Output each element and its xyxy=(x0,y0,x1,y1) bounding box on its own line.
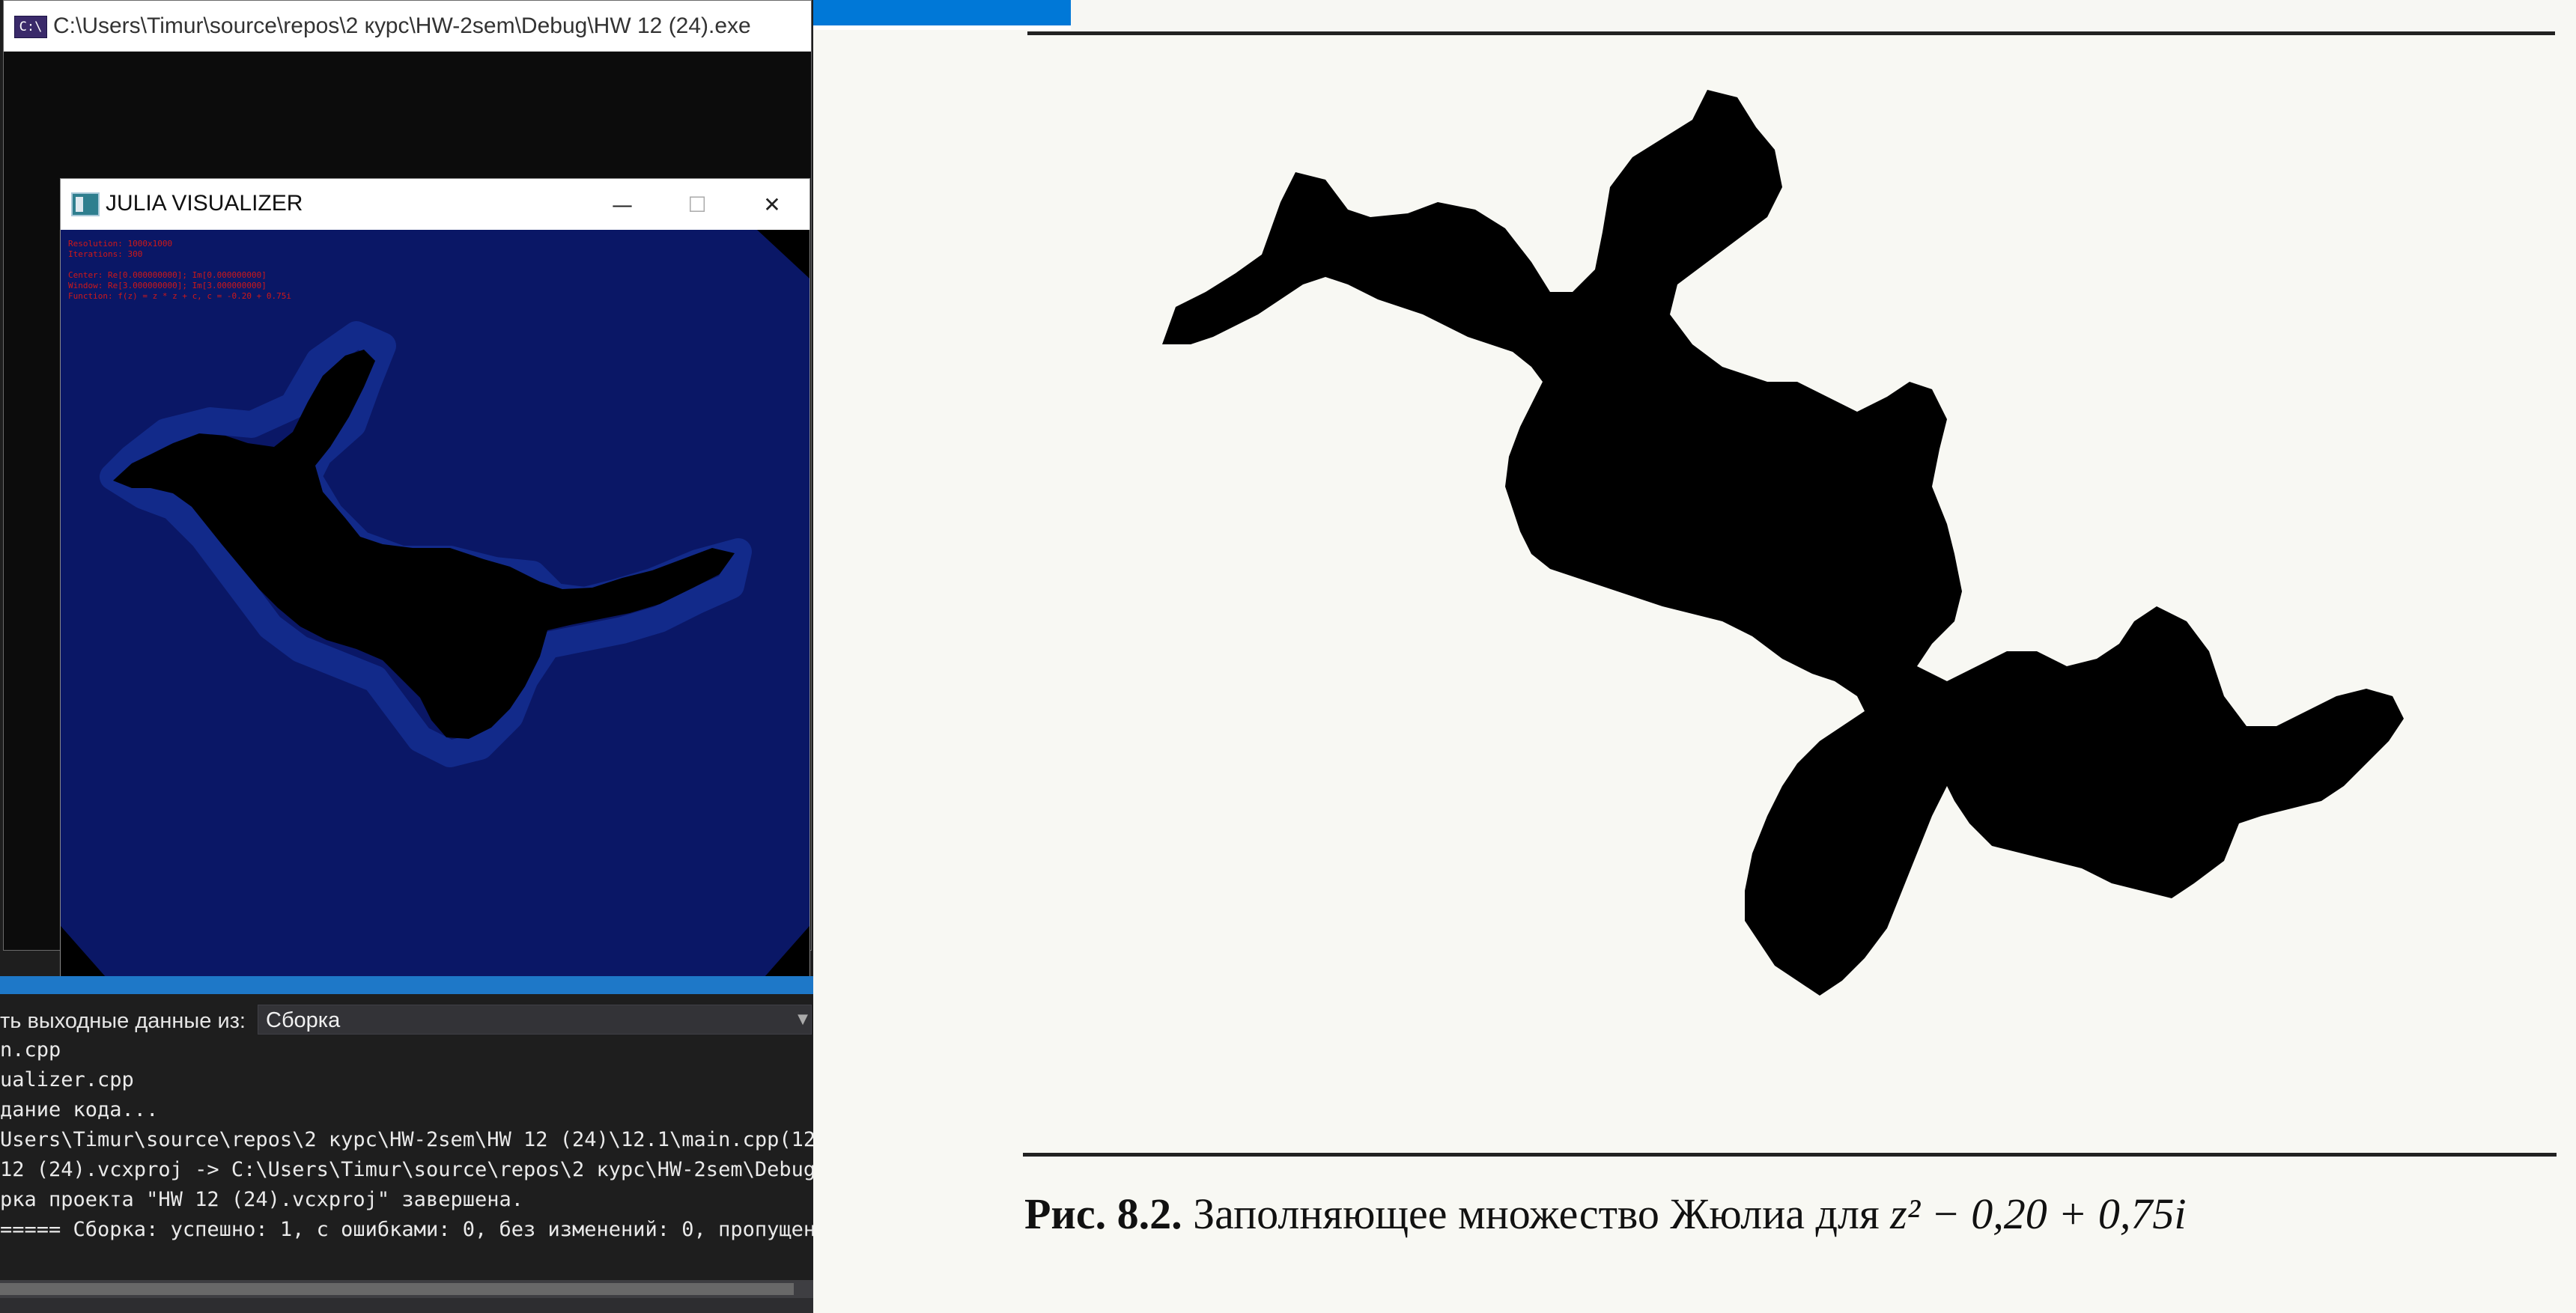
figure-caption-text: Заполняющее множество Жюлиа для xyxy=(1193,1189,1880,1238)
output-source-select[interactable]: Сборка ▼ xyxy=(258,1005,812,1035)
maximize-button[interactable]: ☐ xyxy=(660,179,735,230)
corner-black-bottom-left xyxy=(61,926,106,977)
ide-output-panel: ть выходные данные из: Сборка ▼ n.cpp ua… xyxy=(0,994,813,1313)
julia-set-render xyxy=(61,230,809,977)
chevron-down-icon: ▼ xyxy=(798,1011,808,1027)
render-info-overlay: Resolution: 1000x1000 Iterations: 300 Ce… xyxy=(68,239,291,302)
figure-caption: Рис. 8.2. Заполняющее множество Жюлиа дл… xyxy=(1024,1189,2186,1239)
julia-visualizer-window[interactable]: JULIA VISUALIZER — ☐ ✕ Resolution: 1000x… xyxy=(60,178,810,978)
julia-window-title: JULIA VISUALIZER xyxy=(106,191,303,216)
minimize-button[interactable]: — xyxy=(585,179,660,230)
console-title-bar[interactable]: C:\ C:\Users\Timur\source\repos\2 курс\H… xyxy=(4,1,811,52)
info-center: Center: Re[0.000000000]; Im[0.000000000] xyxy=(68,270,267,280)
output-line: рка проекта "HW 12 (24).vcxproj" заверше… xyxy=(0,1188,523,1211)
julia-title-bar[interactable]: JULIA VISUALIZER — ☐ ✕ xyxy=(61,179,809,230)
console-app-icon: C:\ xyxy=(14,16,47,38)
info-function: Function: f(z) = z * z + c, c = -0.20 + … xyxy=(68,291,292,301)
close-button[interactable]: ✕ xyxy=(735,179,809,230)
figure-caption-formula: z² − 0,20 + 0,75i xyxy=(1890,1189,2187,1238)
scrollbar-thumb[interactable] xyxy=(0,1283,794,1295)
output-line: ===== Сборка: успешно: 1, с ошибками: 0,… xyxy=(0,1218,813,1241)
output-log: n.cpp ualizer.cpp дание кода... Users\Ti… xyxy=(0,1035,813,1245)
info-window: Window: Re[3.000000000]; Im[3.000000000] xyxy=(68,281,267,290)
output-source-value: Сборка xyxy=(266,1008,341,1032)
output-line: n.cpp xyxy=(0,1038,61,1061)
ide-bottom-bar xyxy=(0,1298,813,1313)
output-line: 12 (24).vcxproj -> C:\Users\Timur\source… xyxy=(0,1158,813,1181)
output-line: дание кода... xyxy=(0,1098,159,1121)
info-iterations: Iterations: 300 xyxy=(68,249,143,259)
desktop-left-region: C:\ C:\Users\Timur\source\repos\2 курс\H… xyxy=(0,0,813,1313)
console-window-title: C:\Users\Timur\source\repos\2 курс\HW-2s… xyxy=(53,13,751,38)
ide-divider-band xyxy=(0,976,813,994)
julia-figure-image xyxy=(1162,90,2404,996)
horizontal-scrollbar[interactable] xyxy=(0,1280,813,1298)
app-window-icon xyxy=(71,192,100,216)
figure-bottom-rule xyxy=(1023,1153,2557,1157)
show-output-from-label: ть выходные данные из: xyxy=(0,1009,246,1033)
figure-top-rule xyxy=(1027,31,2555,35)
output-line: ualizer.cpp xyxy=(0,1068,134,1091)
corner-black-bottom-right xyxy=(765,926,809,977)
julia-figure-shape xyxy=(1162,90,2404,996)
output-line: Users\Timur\source\repos\2 курс\HW-2sem\… xyxy=(0,1128,813,1151)
figure-caption-label: Рис. 8.2. xyxy=(1024,1189,1182,1238)
info-resolution: Resolution: 1000x1000 xyxy=(68,239,173,249)
output-header: ть выходные данные из: Сборка ▼ xyxy=(0,1000,813,1038)
corner-black-top-right xyxy=(757,230,809,278)
julia-render-canvas[interactable]: Resolution: 1000x1000 Iterations: 300 Ce… xyxy=(61,230,809,977)
